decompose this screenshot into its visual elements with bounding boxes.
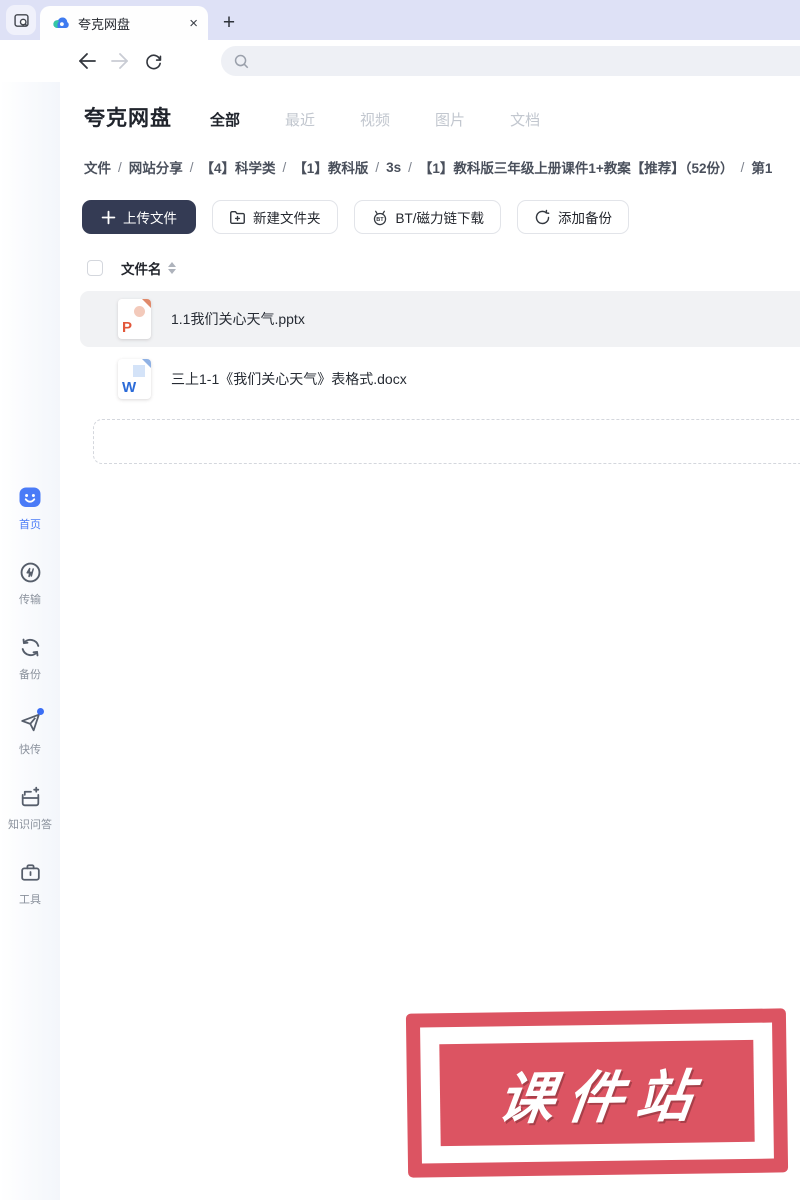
window-search-icon [13, 12, 30, 29]
word-file-icon: W [118, 359, 151, 399]
sidebar-label: 知识问答 [8, 819, 52, 831]
breadcrumb-item[interactable]: 【1】教科版三年级上册课件1+教案【推荐】（52份） [419, 157, 734, 177]
quark-drive-window: 夸克网盘 × + 首页 传输 备份 快传 知识问答 工具 夸克网盘 全部 最近 … [0, 0, 800, 1200]
sidebar: 首页 传输 备份 快传 知识问答 工具 [0, 82, 60, 1200]
file-rows: P 1.1我们关心天气.pptx W 三上1-1《我们关心天气》表格式.docx [60, 291, 800, 407]
search-icon [233, 53, 250, 70]
sidebar-label: 传输 [19, 594, 41, 606]
upload-file-label: 上传文件 [123, 211, 177, 226]
add-backup-button[interactable]: 添加备份 [517, 200, 630, 234]
action-bar: 上传文件 新建文件夹 BT BT/磁力链下载 添加备份 [60, 200, 800, 234]
bt-icon: BT [371, 209, 389, 226]
file-name: 三上1-1《我们关心天气》表格式.docx [171, 371, 407, 387]
address-search-bar[interactable] [221, 46, 800, 76]
select-all-checkbox[interactable] [87, 260, 103, 276]
sidebar-item-transfer[interactable]: 传输 [17, 559, 43, 607]
upload-drop-zone[interactable] [93, 419, 800, 464]
tools-icon [17, 859, 43, 885]
breadcrumb-item[interactable]: 文件 [84, 157, 111, 177]
watermark-text: 课件站 [494, 1063, 709, 1130]
sort-icon[interactable] [167, 262, 176, 274]
add-backup-label: 添加备份 [558, 211, 613, 226]
transfer-icon [17, 559, 43, 585]
tab-search-button[interactable] [6, 5, 36, 35]
main-content: 夸克网盘 全部 最近 视频 图片 文档 文件 / 网站分享 / 【4】科学类 /… [60, 82, 800, 464]
file-type-letter: W [122, 379, 137, 396]
file-list-header: 文件名 [60, 258, 800, 278]
bt-download-label: BT/磁力链下载 [395, 211, 485, 226]
breadcrumb-item[interactable]: 网站分享 [129, 157, 183, 177]
svg-text:BT: BT [376, 217, 384, 223]
new-folder-label: 新建文件夹 [253, 211, 321, 226]
breadcrumb-item[interactable]: 【4】科学类 [201, 157, 276, 177]
breadcrumb-item[interactable]: 【1】教科版 [293, 157, 368, 177]
sidebar-item-knowledge[interactable]: 知识问答 [8, 784, 52, 832]
breadcrumb-separator: / [375, 159, 380, 175]
tab-docs[interactable]: 文档 [510, 109, 540, 130]
icon-decor [134, 306, 145, 317]
breadcrumb-separator: / [408, 159, 412, 175]
browser-tab[interactable]: 夸克网盘 × [40, 6, 208, 40]
tab-videos[interactable]: 视频 [360, 109, 390, 130]
page-header: 夸克网盘 全部 最近 视频 图片 文档 [60, 82, 800, 132]
breadcrumb-item[interactable]: 3s [386, 160, 401, 175]
sidebar-label: 备份 [19, 669, 41, 681]
forward-icon[interactable] [109, 50, 131, 72]
page-title: 夸克网盘 [84, 107, 172, 130]
breadcrumb-item[interactable]: 第1 [751, 157, 772, 177]
tab-images[interactable]: 图片 [435, 109, 465, 130]
sidebar-item-backup[interactable]: 备份 [17, 634, 43, 682]
refresh-icon[interactable] [142, 50, 164, 72]
breadcrumb: 文件 / 网站分享 / 【4】科学类 / 【1】教科版 / 3s / 【1】教科… [60, 157, 800, 177]
breadcrumb-separator: / [189, 159, 194, 175]
file-name: 1.1我们关心天气.pptx [171, 311, 305, 327]
browser-toolbar [0, 40, 800, 82]
file-row[interactable]: P 1.1我们关心天气.pptx [80, 291, 800, 347]
filename-column-header: 文件名 [121, 262, 162, 277]
folder-plus-icon [229, 210, 246, 225]
sidebar-item-home[interactable]: 首页 [17, 484, 43, 532]
bt-download-button[interactable]: BT BT/磁力链下载 [353, 200, 502, 234]
sidebar-label: 工具 [19, 894, 41, 906]
sidebar-item-tools[interactable]: 工具 [17, 859, 43, 907]
new-tab-button[interactable]: + [212, 6, 246, 40]
ppt-file-icon: P [118, 299, 151, 339]
backup-icon [17, 634, 43, 660]
watermark-stamp: 课件站 [405, 1008, 789, 1178]
breadcrumb-separator: / [740, 159, 745, 175]
upload-file-button[interactable]: 上传文件 [82, 200, 196, 234]
breadcrumb-separator: / [118, 159, 122, 175]
sidebar-label: 首页 [19, 519, 41, 531]
sidebar-item-quick-send[interactable]: 快传 [17, 708, 44, 757]
backup-loop-icon [534, 209, 551, 226]
new-folder-button[interactable]: 新建文件夹 [212, 200, 338, 234]
quick-send-icon [17, 708, 44, 735]
plus-icon [101, 210, 116, 225]
category-tabs: 全部 最近 视频 图片 文档 [210, 109, 585, 130]
tab-recent[interactable]: 最近 [285, 109, 315, 130]
notification-dot [37, 708, 44, 715]
tab-close-icon[interactable]: × [189, 16, 198, 31]
back-icon[interactable] [76, 50, 98, 72]
home-icon [17, 484, 43, 510]
knowledge-icon [17, 784, 43, 810]
breadcrumb-separator: / [282, 159, 287, 175]
tab-all[interactable]: 全部 [210, 109, 240, 130]
tab-title: 夸克网盘 [78, 16, 131, 32]
watermark-stamp-fill: 课件站 [439, 1039, 755, 1147]
sidebar-label: 快传 [19, 744, 41, 756]
quark-logo-icon [52, 14, 70, 32]
icon-decor [133, 365, 145, 377]
file-row[interactable]: W 三上1-1《我们关心天气》表格式.docx [80, 351, 800, 407]
browser-chrome: 夸克网盘 × + [0, 0, 800, 40]
file-type-letter: P [122, 319, 133, 336]
